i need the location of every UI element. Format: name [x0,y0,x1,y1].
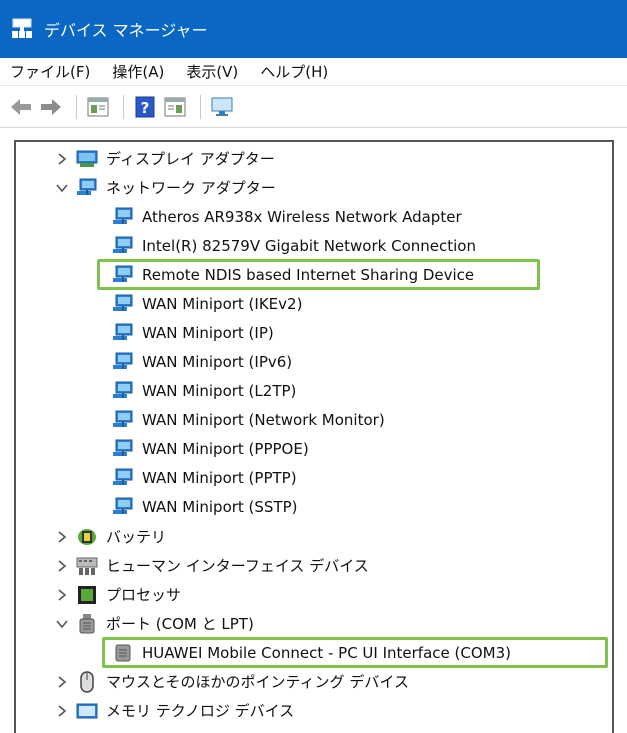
chevron-right-icon[interactable] [54,703,70,719]
tree-item-memory-technology[interactable]: メモリ テクノロジ デバイス [54,696,294,725]
network-adapter-icon [112,468,134,488]
tree-label: Intel(R) 82579V Gigabit Network Connecti… [142,236,476,255]
tree-label: プロセッサ [106,586,182,604]
processor-icon [76,585,98,605]
tree-label: Atheros AR938x Wireless Network Adapter [142,207,462,226]
menu-file[interactable]: ファイル(F) [10,61,90,82]
back-icon[interactable] [8,94,34,120]
chevron-right-icon[interactable] [54,529,70,545]
chevron-right-icon[interactable] [54,558,70,574]
tree-label: WAN Miniport (Network Monitor) [142,410,385,429]
network-adapter-icon [112,207,134,227]
tree-item-network-device[interactable]: WAN Miniport (SSTP) [112,492,298,521]
network-adapter-icon [112,323,134,343]
network-adapter-icon [112,439,134,459]
tree-item-network-device[interactable]: WAN Miniport (IP) [112,318,274,347]
chevron-down-icon[interactable] [54,180,70,196]
tree-item-network-device[interactable]: WAN Miniport (PPPOE) [112,434,309,463]
network-adapter-icon [76,178,98,198]
properties-icon[interactable] [85,94,111,120]
tree-label: WAN Miniport (PPTP) [142,468,297,487]
window-title: デバイス マネージャー [44,21,208,40]
tree-item-network-device[interactable]: WAN Miniport (PPTP) [112,463,297,492]
tree-item-network-device[interactable]: WAN Miniport (Network Monitor) [112,405,385,434]
tree-item-display-adapters[interactable]: ディスプレイ アダプター [54,144,275,173]
toolbar: ? [0,86,627,128]
tree-item-ports[interactable]: ポート (COM と LPT) [54,609,254,638]
title-bar: デバイス マネージャー [0,0,627,58]
tree-item-network-device[interactable]: Atheros AR938x Wireless Network Adapter [112,202,462,231]
scan-hardware-icon[interactable] [209,94,235,120]
update-icon[interactable] [162,94,188,120]
tree-label: ポート (COM と LPT) [106,615,254,633]
svg-text:?: ? [141,99,150,117]
chevron-right-icon[interactable] [54,587,70,603]
network-adapter-icon [112,236,134,256]
tree-item-network-adapters[interactable]: ネットワーク アダプター [54,173,276,202]
tree-label: ディスプレイ アダプター [106,150,275,168]
chevron-down-icon[interactable] [54,616,70,632]
menu-action[interactable]: 操作(A) [112,61,164,82]
chevron-right-icon[interactable] [54,674,70,690]
tree-item-network-device[interactable]: WAN Miniport (L2TP) [112,376,296,405]
mouse-icon [76,670,98,693]
toolbar-separator [200,94,201,119]
tree-label: WAN Miniport (SSTP) [142,497,298,516]
network-adapter-icon [112,410,134,430]
tree-item-human-interface-devices[interactable]: ヒューマン インターフェイス デバイス [54,551,369,580]
menu-view[interactable]: 表示(V) [186,61,238,82]
highlight-box [97,259,540,290]
tree-label: メモリ テクノロジ デバイス [106,702,295,720]
toolbar-separator [76,94,77,119]
tree-item-mice[interactable]: マウスとそのほかのポインティング デバイス [54,667,409,696]
chevron-right-icon[interactable] [54,151,70,167]
tree-label: ヒューマン インターフェイス デバイス [106,557,369,575]
help-icon[interactable]: ? [132,94,158,120]
port-icon [76,613,98,634]
network-adapter-icon [112,497,134,517]
tree-label: WAN Miniport (IPv6) [142,352,293,371]
network-adapter-icon [112,294,134,314]
tree-item-network-device[interactable]: WAN Miniport (IPv6) [112,347,292,376]
device-tree-pane[interactable]: ディスプレイ アダプター ネットワーク アダプター Atheros AR938x… [14,140,614,733]
tree-label: WAN Miniport (PPPOE) [142,439,309,458]
network-adapter-icon [112,381,134,401]
tree-item-battery[interactable]: バッテリ [54,522,166,551]
tree-label: マウスとそのほかのポインティング デバイス [106,673,409,691]
battery-icon [76,527,98,547]
tree-item-network-device[interactable]: WAN Miniport (IKEv2) [112,289,302,318]
hid-icon [76,556,98,576]
menu-help[interactable]: ヘルプ(H) [260,61,328,82]
tree-label: WAN Miniport (IKEv2) [142,294,303,313]
tree-label: ネットワーク アダプター [106,179,276,197]
toolbar-separator [123,94,124,119]
tree-label: バッテリ [106,528,167,546]
tree-label: WAN Miniport (L2TP) [142,381,297,400]
device-manager-icon [12,18,32,38]
tree-label: WAN Miniport (IP) [142,323,274,342]
highlight-box [102,637,608,668]
display-adapter-icon [76,149,98,169]
menu-bar: ファイル(F) 操作(A) 表示(V) ヘルプ(H) [0,58,627,86]
memory-icon [76,701,98,721]
tree-item-network-device[interactable]: Intel(R) 82579V Gigabit Network Connecti… [112,231,476,260]
tree-item-processors[interactable]: プロセッサ [54,580,181,609]
network-adapter-icon [112,352,134,372]
forward-icon[interactable] [38,94,64,120]
